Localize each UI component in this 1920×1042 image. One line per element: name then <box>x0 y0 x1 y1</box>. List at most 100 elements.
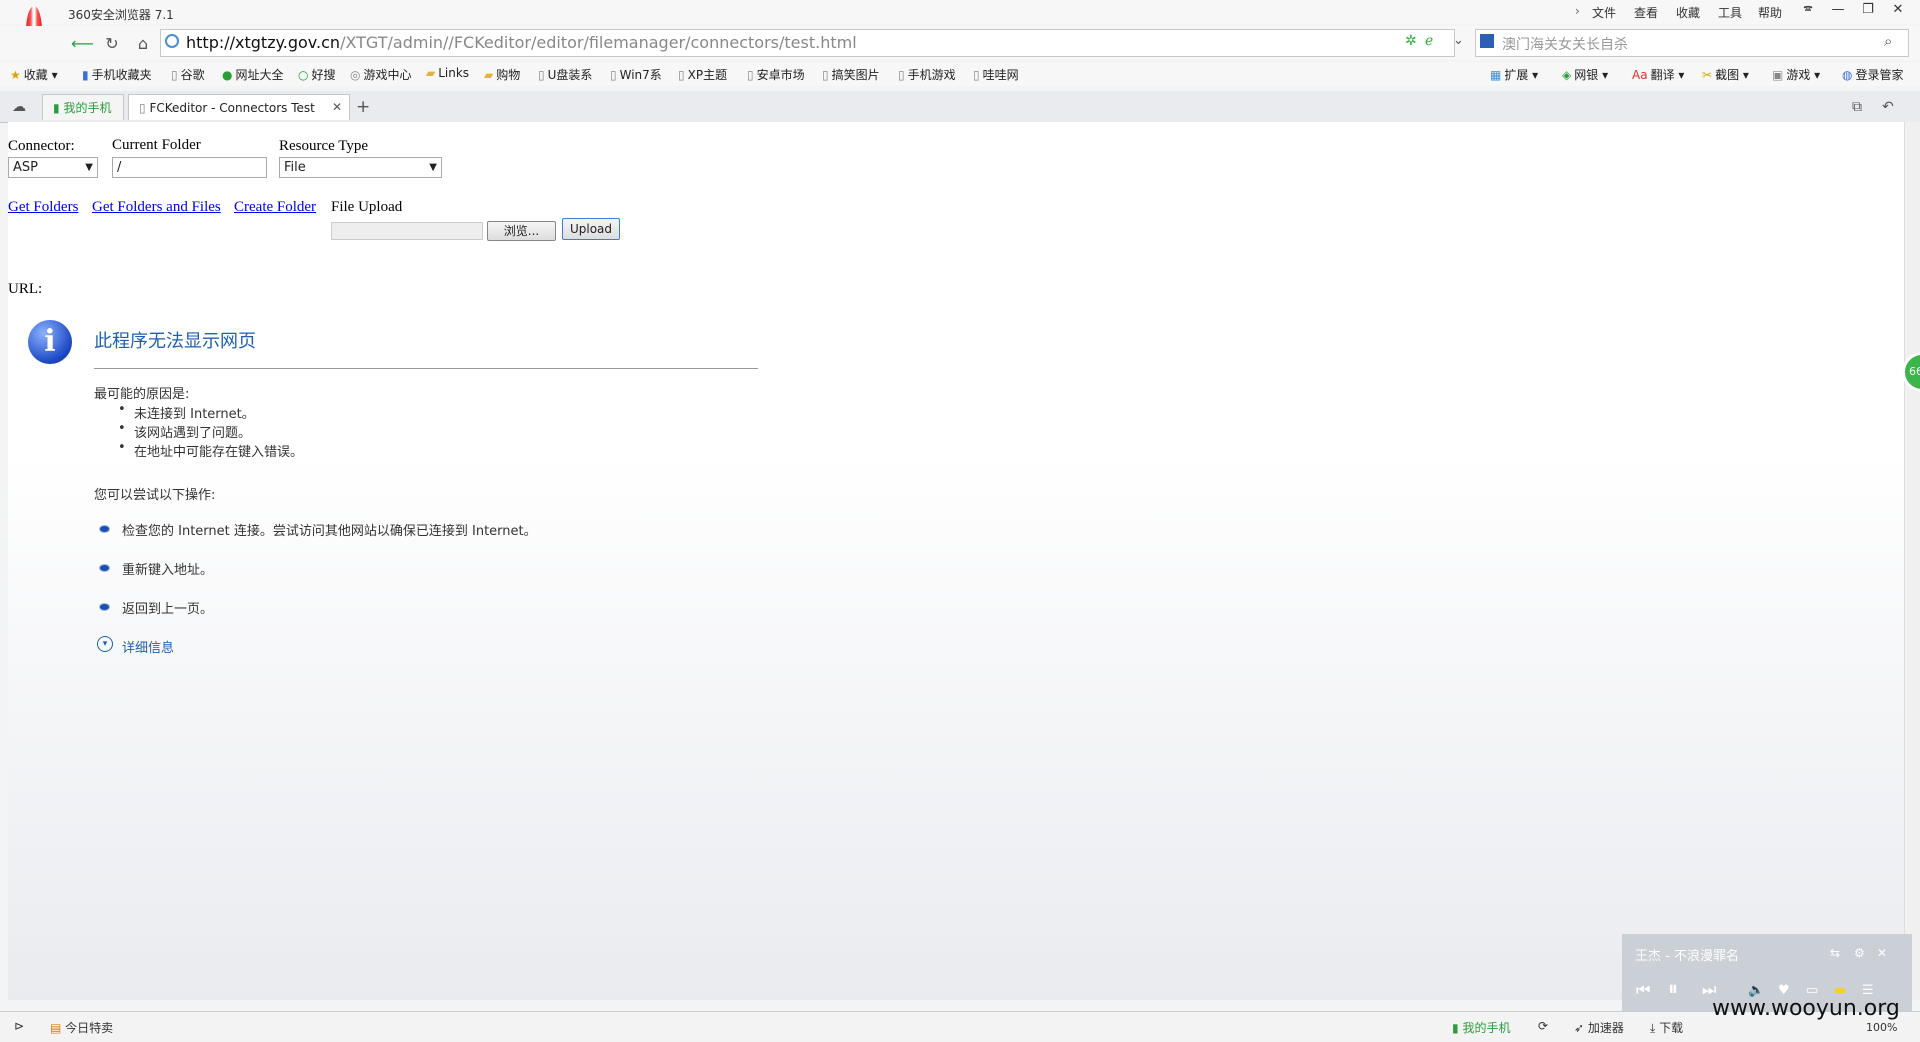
rocket-icon: ➶ <box>1574 1021 1585 1035</box>
toolbar-login-manager[interactable]: ◍ 登录管家 <box>1842 66 1904 83</box>
translate-icon: Aa <box>1632 68 1648 82</box>
phone-icon: ▮ <box>82 68 89 82</box>
extensions-icon: ▦ <box>1490 68 1502 82</box>
action-item: 返回到上一页。 <box>122 602 214 617</box>
refresh-icon[interactable]: ↻ <box>101 33 123 55</box>
menu-file[interactable]: 文件 <box>1592 4 1616 21</box>
globe-icon <box>165 34 179 48</box>
search-icon[interactable]: ⌕ <box>1884 32 1892 50</box>
resource-type-label: Resource Type <box>279 138 369 154</box>
bookmark-item[interactable]: ▯ 谷歌 <box>171 66 205 83</box>
toolbar-extensions[interactable]: ▦ 扩展 ▾ <box>1490 66 1538 83</box>
info-icon: i <box>28 320 72 364</box>
star-icon: ★ <box>10 68 21 82</box>
upload-button[interactable]: Upload <box>562 218 620 240</box>
previous-track-icon[interactable]: ⏮ <box>1636 980 1650 1000</box>
current-folder-label: Current Folder <box>112 137 201 153</box>
minimize-button[interactable]: — <box>1823 0 1853 20</box>
folder-icon: ▰ <box>426 66 436 80</box>
tab-close-icon[interactable]: ✕ <box>330 100 345 114</box>
search-input[interactable]: 澳门海关女关长自杀 <box>1502 34 1628 54</box>
today-deals[interactable]: ▤ 今日特卖 <box>50 1019 113 1036</box>
status-download[interactable]: ⤓ 下载 <box>1650 1019 1683 1036</box>
back-icon[interactable]: ⟵ <box>71 33 94 55</box>
page-icon: ▯ <box>678 68 685 82</box>
error-title: 此程序无法显示网页 <box>94 331 256 352</box>
restore-tab-icon[interactable]: ⧉ <box>1852 99 1862 115</box>
toolbar-translate[interactable]: Aa 翻译 ▾ <box>1632 66 1684 83</box>
action-item: 重新键入地址。 <box>122 563 214 578</box>
page-icon: ▯ <box>610 68 617 82</box>
expand-details-icon[interactable]: ▾ <box>97 636 113 652</box>
player-close-icon[interactable]: ✕ <box>1877 946 1887 960</box>
reason-item: 该网站遇到了问题。 <box>134 426 252 441</box>
close-button[interactable]: ✕ <box>1883 0 1913 20</box>
chevron-down-icon: ▼ <box>429 162 437 173</box>
reason-bullet: • <box>118 440 126 455</box>
tab-fckeditor[interactable]: ▯ FCKeditor - Connectors Test <box>128 94 350 120</box>
tab-my-phone[interactable]: ▮ 我的手机 <box>42 94 124 120</box>
zoom-level[interactable]: 100% <box>1866 1021 1897 1034</box>
page-icon: ▯ <box>538 68 545 82</box>
bookmark-item[interactable]: ▯ 安卓市场 <box>747 66 805 83</box>
bookmark-item[interactable]: ▯ 哇哇网 <box>973 66 1019 83</box>
player-mode-icon[interactable]: ⇆ <box>1830 946 1840 960</box>
menu-help[interactable]: 帮助 <box>1758 4 1782 21</box>
home-icon[interactable]: ⌂ <box>132 33 154 55</box>
reason-bullet: • <box>118 402 126 417</box>
get-folders-files-link[interactable]: Get Folders and Files <box>92 199 221 216</box>
maximize-button[interactable]: ❐ <box>1853 0 1883 20</box>
security-icon[interactable]: ✲ <box>1405 33 1417 49</box>
undo-close-icon[interactable]: ↶ <box>1882 99 1894 115</box>
site-icon: ● <box>222 68 233 82</box>
menu-view[interactable]: 查看 <box>1634 4 1658 21</box>
page-icon: ▯ <box>898 68 905 82</box>
bookmark-item[interactable]: ◎ 游戏中心 <box>350 66 412 83</box>
toolbar-screenshot[interactable]: ✂ 截图 ▾ <box>1702 66 1749 83</box>
vertical-scrollbar[interactable] <box>1904 122 1920 1000</box>
bookmark-item[interactable]: ▯ Win7系 <box>610 66 662 83</box>
browse-button[interactable]: 浏览... <box>487 221 556 241</box>
status-clean-icon[interactable]: ⟳ <box>1538 1019 1548 1033</box>
sidebar-toggle-icon[interactable]: ⊳ <box>14 1019 24 1033</box>
bookmark-item[interactable]: ▯ XP主题 <box>678 66 727 83</box>
get-folders-link[interactable]: Get Folders <box>8 199 78 216</box>
bookmark-item[interactable]: ▯ 手机游戏 <box>898 66 956 83</box>
status-accelerator[interactable]: ➶ 加速器 <box>1574 1019 1624 1036</box>
current-folder-input[interactable]: / <box>112 157 267 178</box>
file-path-input[interactable] <box>331 222 483 240</box>
toolbar-games[interactable]: ▣ 游戏 ▾ <box>1772 66 1820 83</box>
new-tab-button[interactable]: + <box>356 97 370 117</box>
menu-expand-icon[interactable]: › <box>1575 4 1580 18</box>
bookmark-item[interactable]: ▯ 搞笑图片 <box>822 66 880 83</box>
menu-tools[interactable]: 工具 <box>1718 4 1742 21</box>
scissors-icon: ✂ <box>1702 68 1713 82</box>
bookmark-item[interactable]: ● 网址大全 <box>222 66 284 83</box>
ie-mode-icon[interactable]: ℯ <box>1425 33 1433 49</box>
toolbar-banking[interactable]: ◈ 网银 ▾ <box>1562 66 1608 83</box>
bookmark-folder[interactable]: ▰ Links <box>426 66 469 80</box>
chevron-down-icon: ▼ <box>85 162 93 173</box>
connector-select[interactable]: ASP ▼ <box>8 157 98 178</box>
bookmark-item[interactable]: ▮ 手机收藏夹 <box>82 66 152 83</box>
pause-icon[interactable]: ⏸ <box>1668 976 1678 1000</box>
page-icon: ▯ <box>747 68 754 82</box>
bookmark-favorites[interactable]: ★ 收藏 ▾ <box>10 66 58 83</box>
address-dropdown-icon[interactable]: ⌄ <box>1453 33 1464 48</box>
create-folder-link[interactable]: Create Folder <box>234 199 316 216</box>
details-link[interactable]: 详细信息 <box>122 637 174 656</box>
window-title: 360安全浏览器 7.1 <box>68 8 174 22</box>
bookmark-item[interactable]: ○ 好搜 <box>298 66 336 83</box>
cloud-icon[interactable]: ☁ <box>12 99 26 115</box>
skin-icon[interactable]: 🕿 <box>1793 0 1823 20</box>
bookmark-folder[interactable]: ▰ 购物 <box>484 66 520 83</box>
resource-type-select[interactable]: File ▼ <box>279 157 442 178</box>
action-bullet-icon <box>99 603 110 611</box>
menu-favorites[interactable]: 收藏 <box>1676 4 1700 21</box>
player-settings-icon[interactable]: ⚙ <box>1854 946 1865 960</box>
search-engine-icon[interactable] <box>1480 34 1494 48</box>
bookmark-item[interactable]: ▯ U盘装系 <box>538 66 592 83</box>
action-bullet-icon <box>99 564 110 572</box>
status-my-phone[interactable]: ▮ 我的手机 <box>1452 1019 1510 1036</box>
address-url[interactable]: http://xtgtzy.gov.cn/XTGT/admin//FCKedit… <box>186 33 857 52</box>
